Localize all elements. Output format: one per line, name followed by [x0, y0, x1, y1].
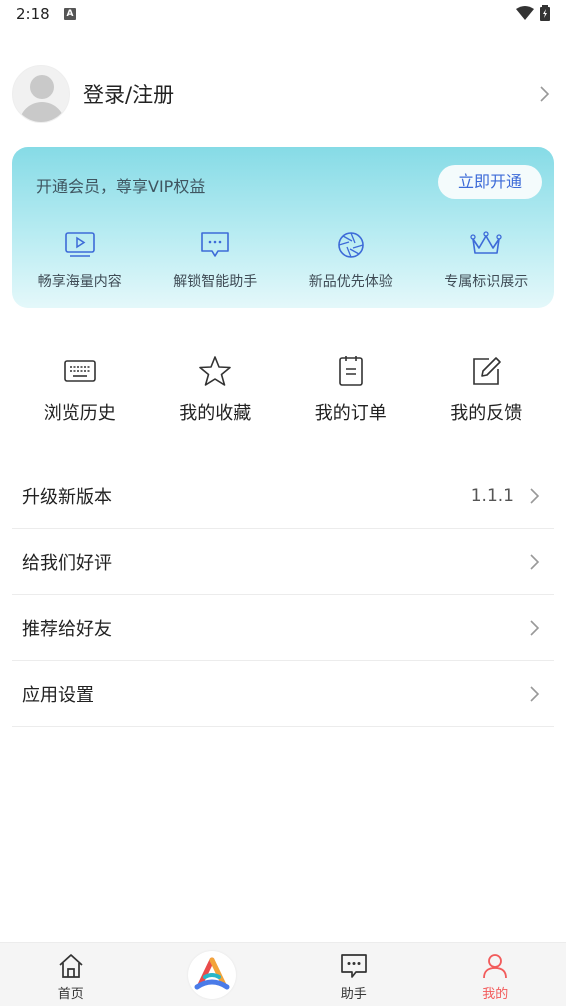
settings-menu: 升级新版本 1.1.1 给我们好评 推荐给好友 应用设置: [12, 463, 554, 727]
chevron-right-icon: [540, 86, 550, 102]
vip-feature-new-products: 新品优先体验: [283, 231, 419, 291]
vip-promo-text: 开通会员，尊享VIP权益: [36, 177, 206, 196]
chevron-right-icon: [530, 619, 540, 636]
login-register-label: 登录/注册: [83, 83, 175, 107]
vip-features: 畅享海量内容 解锁智能助手 新品优先体验 专属标识展示: [12, 231, 554, 291]
orders-button[interactable]: 我的订单: [283, 355, 419, 425]
tab-home-label: 首页: [57, 987, 84, 1002]
login-register-row[interactable]: 登录/注册: [12, 64, 554, 124]
wifi-icon: [516, 6, 534, 20]
status-time: 2:18: [16, 5, 50, 23]
vip-feature-label: 解锁智能助手: [173, 274, 258, 290]
vip-card: 开通会员，尊享VIP权益 立即开通 畅享海量内容 解锁智能助手 新品优先体验 专…: [12, 147, 554, 308]
status-bar: 2:18 A: [0, 0, 566, 30]
favorites-button[interactable]: 我的收藏: [148, 355, 284, 425]
browse-history-button[interactable]: 浏览历史: [12, 355, 148, 425]
menu-item-label: 给我们好评: [22, 552, 112, 574]
tab-assistant[interactable]: 助手: [283, 943, 425, 1006]
vip-feature-content: 畅享海量内容: [12, 231, 148, 291]
feedback-button[interactable]: 我的反馈: [419, 355, 555, 425]
notepad-icon: [338, 356, 363, 386]
chat-bubble-icon: [201, 232, 230, 257]
aperture-icon: [337, 232, 364, 258]
vip-feature-label: 专属标识展示: [444, 274, 529, 290]
tab-app-logo[interactable]: [142, 943, 284, 1006]
menu-item-recommend[interactable]: 推荐给好友: [12, 595, 554, 661]
feedback-label: 我的反馈: [450, 403, 523, 424]
vip-feature-assistant: 解锁智能助手: [148, 231, 284, 291]
menu-item-label: 应用设置: [22, 684, 94, 706]
crown-icon: [470, 231, 502, 254]
battery-icon: [540, 5, 550, 21]
version-value: 1.1.1: [470, 485, 514, 506]
play-screen-icon: [64, 232, 95, 257]
app-logo-icon: [188, 951, 237, 999]
chevron-right-icon: [530, 553, 540, 570]
edit-icon: [473, 357, 502, 385]
favorites-label: 我的收藏: [179, 403, 252, 424]
tab-mine[interactable]: 我的: [425, 943, 566, 1006]
vip-feature-label: 畅享海量内容: [37, 274, 122, 290]
avatar[interactable]: [12, 65, 70, 123]
menu-item-settings[interactable]: 应用设置: [12, 661, 554, 727]
chevron-right-icon: [530, 487, 540, 504]
menu-item-label: 升级新版本: [22, 486, 112, 508]
open-vip-button[interactable]: 立即开通: [438, 165, 542, 199]
bottom-tab-bar: 首页 助手 我的: [0, 942, 566, 1006]
chevron-right-icon: [530, 685, 540, 702]
home-icon: [59, 954, 83, 978]
person-icon: [483, 954, 508, 979]
notification-badge-icon: A: [64, 8, 76, 20]
star-icon: [199, 356, 232, 386]
tab-assistant-label: 助手: [340, 987, 367, 1002]
menu-item-rate-us[interactable]: 给我们好评: [12, 529, 554, 595]
vip-feature-label: 新品优先体验: [308, 274, 393, 290]
tab-home[interactable]: 首页: [0, 943, 142, 1006]
chat-icon: [340, 954, 367, 978]
quick-actions: 浏览历史 我的收藏 我的订单 我的反馈: [12, 355, 554, 425]
status-icons: [516, 5, 550, 21]
orders-label: 我的订单: [314, 403, 387, 424]
browse-history-label: 浏览历史: [43, 403, 116, 424]
menu-item-label: 推荐给好友: [22, 618, 112, 640]
menu-item-upgrade[interactable]: 升级新版本 1.1.1: [12, 463, 554, 529]
keyboard-history-icon: [63, 360, 96, 382]
tab-mine-label: 我的: [482, 987, 509, 1002]
vip-feature-badge: 专属标识展示: [419, 231, 555, 291]
